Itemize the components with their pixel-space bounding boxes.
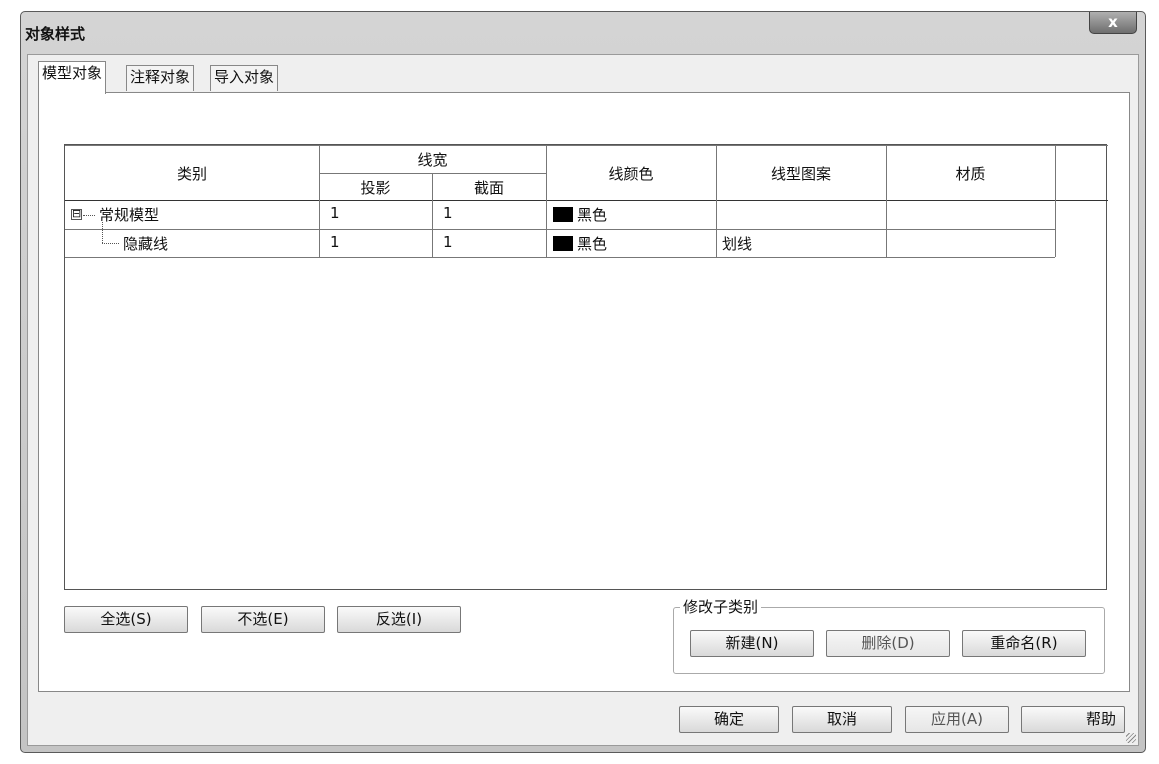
grid-line xyxy=(716,145,717,257)
line-pattern-cell[interactable]: 划线 xyxy=(722,233,752,254)
rename-subcategory-button[interactable]: 重命名(R) xyxy=(962,630,1086,657)
color-swatch xyxy=(553,207,573,222)
tree-connector xyxy=(83,215,95,216)
line-color-cell[interactable]: 黑色 xyxy=(553,204,607,225)
line-color-name: 黑色 xyxy=(577,206,608,224)
group-title: 修改子类别 xyxy=(680,596,762,617)
new-subcategory-button[interactable]: 新建(N) xyxy=(690,630,814,657)
projection-weight[interactable]: 1 xyxy=(330,204,340,222)
grid-line xyxy=(546,145,547,257)
cut-weight[interactable]: 1 xyxy=(443,233,453,251)
resize-grip-icon[interactable] xyxy=(1126,733,1136,743)
grid-line xyxy=(1055,145,1056,257)
invert-selection-button[interactable]: 反选(I) xyxy=(337,606,461,633)
column-header-line-color[interactable]: 线颜色 xyxy=(546,163,716,184)
collapse-icon[interactable]: ⊟ xyxy=(71,208,82,220)
header-bottom-line xyxy=(65,200,1108,201)
apply-button[interactable]: 应用(A) xyxy=(905,706,1009,733)
tab-annotation-objects[interactable]: 注释对象 xyxy=(126,65,195,91)
ok-button[interactable]: 确定 xyxy=(679,706,779,733)
help-button[interactable]: 帮助 xyxy=(1021,706,1125,733)
select-none-button[interactable]: 不选(E) xyxy=(201,606,325,633)
line-color-cell[interactable]: 黑色 xyxy=(553,233,607,254)
tree-connector xyxy=(102,222,103,243)
delete-subcategory-button[interactable]: 删除(D) xyxy=(826,630,950,657)
category-name: 常规模型 xyxy=(99,206,160,224)
column-header-cut[interactable]: 截面 xyxy=(432,177,546,198)
title-bar[interactable]: 对象样式 x xyxy=(21,12,1145,54)
dialog-client-area: 模型对象 注释对象 导入对象 类别 线宽 投影 截面 线颜色 线型图案 材质 ⊟… xyxy=(27,54,1139,746)
select-all-button[interactable]: 全选(S) xyxy=(64,606,188,633)
cancel-button[interactable]: 取消 xyxy=(792,706,892,733)
category-name: 隐藏线 xyxy=(123,235,169,253)
dialog-title: 对象样式 xyxy=(25,25,86,43)
tab-panel-model-objects: 类别 线宽 投影 截面 线颜色 线型图案 材质 ⊟ 常规模型 1 1 黑色 隐藏… xyxy=(38,92,1130,692)
projection-weight[interactable]: 1 xyxy=(330,233,340,251)
cut-weight[interactable]: 1 xyxy=(443,204,453,222)
grid-line xyxy=(886,145,887,257)
column-header-line-weight: 线宽 xyxy=(417,151,448,169)
column-header-category[interactable]: 类别 xyxy=(65,163,319,184)
modify-subcategory-group: 修改子类别 新建(N) 删除(D) 重命名(R) xyxy=(673,596,1105,674)
column-header-line-pattern[interactable]: 线型图案 xyxy=(716,163,886,184)
column-header-projection[interactable]: 投影 xyxy=(319,177,432,198)
close-button[interactable]: x xyxy=(1089,12,1137,34)
column-header-material[interactable]: 材质 xyxy=(886,163,1055,184)
tab-model-objects[interactable]: 模型对象 xyxy=(38,61,107,94)
object-styles-dialog: 对象样式 x 模型对象 注释对象 导入对象 类别 线宽 投影 截面 线颜色 线型… xyxy=(20,11,1146,753)
grid-line xyxy=(65,257,1055,258)
tree-connector xyxy=(102,243,119,244)
tab-imported-objects[interactable]: 导入对象 xyxy=(210,65,279,91)
color-swatch xyxy=(553,236,573,251)
line-color-name: 黑色 xyxy=(577,235,608,253)
grid-line xyxy=(65,145,1108,146)
grid-line xyxy=(65,229,1055,230)
object-styles-table[interactable]: 类别 线宽 投影 截面 线颜色 线型图案 材质 ⊟ 常规模型 1 1 黑色 隐藏… xyxy=(64,144,1108,590)
